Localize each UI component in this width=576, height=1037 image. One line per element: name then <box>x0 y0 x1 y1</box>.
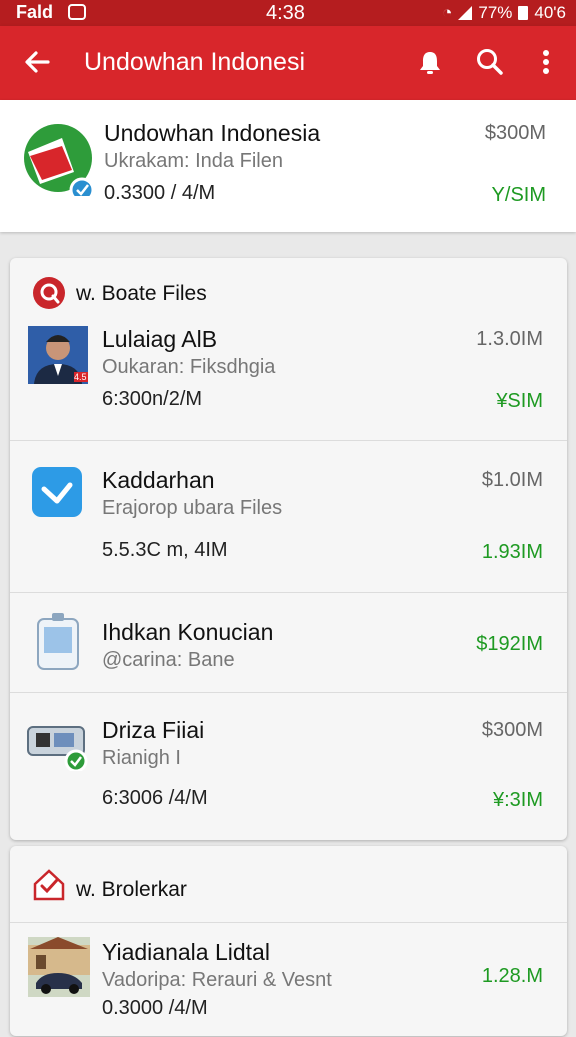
top-item-name: Undowhan Indonesia <box>104 120 321 146</box>
notification-icon <box>68 4 86 20</box>
home-check-icon <box>33 869 65 901</box>
bell-icon[interactable] <box>412 44 448 80</box>
status-extra: 40'6 <box>534 3 566 22</box>
list-item[interactable]: Ihdkan Konucian @carina: Bane $192IM <box>10 592 567 693</box>
app-bar: Undowhan Indonesi <box>0 26 576 100</box>
item-green-value: 1.93IM <box>481 541 543 563</box>
mail-app-icon <box>32 467 82 517</box>
status-time: 4:38 <box>266 2 305 24</box>
tablet-icon <box>37 613 79 670</box>
section-card-1: w. Boate Files 4.5 Lulaiag AlB Oukaran: … <box>10 258 567 840</box>
item-price: 1.3.0IM <box>476 328 543 350</box>
item-sub: Oukaran: Fiksdhgia <box>102 356 276 378</box>
section-header-2: w. Brolerkar <box>10 846 567 922</box>
top-item-meta: 0.3300 / 4/M <box>104 182 216 204</box>
section-title-2: w. Brolerkar <box>76 878 187 901</box>
item-name: Kaddarhan <box>102 467 215 493</box>
item-green-value: $192IM <box>476 633 543 655</box>
signal-icon <box>458 6 473 20</box>
item-sub: @carina: Bane <box>102 649 235 671</box>
page-title: Undowhan Indonesi <box>84 48 305 76</box>
search-icon[interactable] <box>472 44 508 80</box>
item-name: Ihdkan Konucian <box>102 619 274 645</box>
item-green-value: ¥SIM <box>496 390 543 412</box>
more-vert-icon[interactable] <box>528 44 564 80</box>
item-meta: 6:300n/2/M <box>102 388 203 410</box>
status-bar: Fald 4:38 ◔ 77% 40'6 <box>0 0 576 26</box>
app-logo-icon <box>24 124 95 196</box>
item-sub: Rianigh I <box>102 747 181 769</box>
list-item[interactable]: Yiadianala Lidtal Vadoripa: Rerauri & Ve… <box>10 922 567 1037</box>
section-title-1: w. Boate Files <box>76 282 207 305</box>
top-item-green: Y/SIM <box>491 184 546 206</box>
item-meta: 6:3006 /4/M <box>102 787 208 809</box>
battery-icon <box>518 6 529 20</box>
status-carrier: Fald <box>16 2 54 22</box>
item-price: $300M <box>481 719 543 741</box>
item-meta: 0.3000 /4/M <box>102 997 208 1019</box>
wifi-icon: ◔ <box>442 3 453 22</box>
item-name: Yiadianala Lidtal <box>102 939 270 965</box>
top-item-sub: Ukrakam: Inda Filen <box>104 150 283 172</box>
item-green-value: 1.28.M <box>481 965 543 987</box>
top-list-item[interactable]: Undowhan Indonesia Ukrakam: Inda Filen 0… <box>0 100 576 232</box>
back-arrow-icon[interactable] <box>18 42 58 82</box>
status-indicators: ◔ 77% 40'6 <box>442 3 566 23</box>
item-sub: Vadoripa: Rerauri & Vesnt <box>102 969 332 991</box>
item-meta: 5.5.3C m, 4IM <box>102 539 228 561</box>
list-item[interactable]: Kaddarhan Erajorop ubara Files 5.5.3C m,… <box>10 440 567 593</box>
device-sync-icon <box>27 726 88 771</box>
battery-percent: 77% <box>478 3 513 22</box>
item-name: Lulaiag AlB <box>102 326 218 352</box>
item-sub: Erajorop ubara Files <box>102 497 283 519</box>
property-thumb <box>28 937 90 997</box>
item-price: $1.0IM <box>481 469 543 491</box>
item-green-value: ¥:3IM <box>492 789 543 811</box>
brand-r-icon <box>33 277 65 309</box>
list-item[interactable]: Driza Fiiai Rianigh I 6:3006 /4/M $300M … <box>10 692 567 841</box>
item-name: Driza Fiiai <box>102 717 205 743</box>
avatar-badge: 4.5 <box>74 372 87 382</box>
top-item-price: $300M <box>484 122 546 144</box>
section-card-2: w. Brolerkar Yiadianala Lidtal Vadoripa:… <box>10 846 567 1036</box>
list-item[interactable]: 4.5 Lulaiag AlB Oukaran: Fiksdhgia 6:300… <box>10 308 567 440</box>
